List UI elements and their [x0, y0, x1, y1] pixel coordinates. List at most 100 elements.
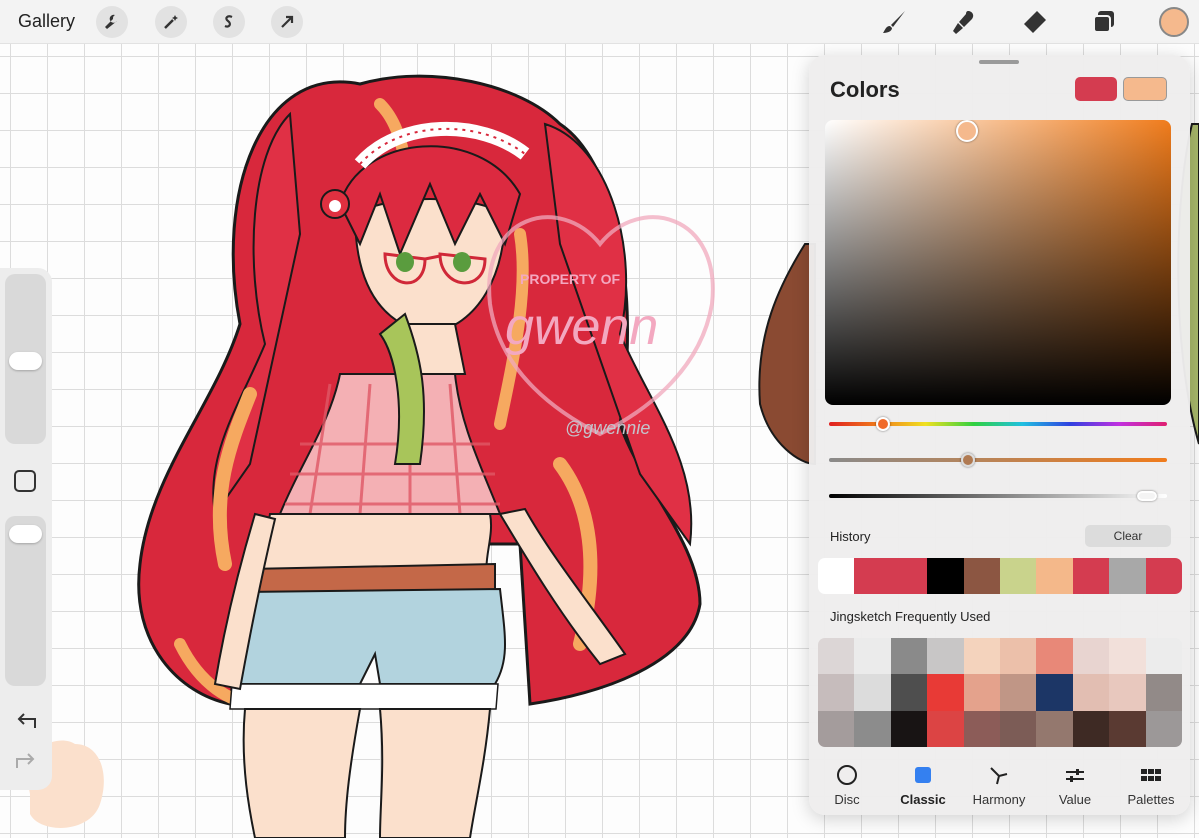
palette-swatch[interactable]	[1072, 638, 1110, 675]
palette-swatch[interactable]	[963, 638, 1000, 675]
palette-swatch[interactable]	[818, 710, 855, 747]
transform-arrow-icon	[281, 15, 294, 28]
watermark-line-1: PROPERTY OF	[520, 271, 621, 287]
gallery-button[interactable]: Gallery	[18, 11, 75, 32]
classic-square-icon	[915, 767, 931, 783]
saturation-slider[interactable]	[829, 453, 1167, 467]
palette-label: Jingsketch Frequently Used	[830, 609, 991, 624]
palette-swatch[interactable]	[963, 674, 1000, 711]
palette-swatches	[818, 638, 1182, 747]
current-color-button[interactable]	[1159, 7, 1189, 37]
opacity-knob[interactable]	[9, 525, 42, 544]
palette-swatch[interactable]	[1036, 710, 1073, 747]
brightness-slider[interactable]	[829, 491, 1167, 501]
left-sidebar	[0, 268, 52, 790]
disc-icon	[837, 765, 857, 785]
actions-button[interactable]	[96, 6, 128, 38]
palette-swatch[interactable]	[1072, 674, 1110, 711]
tab-palettes[interactable]: Palettes	[1113, 758, 1189, 810]
selection-button[interactable]	[213, 6, 245, 38]
history-swatch[interactable]	[818, 558, 855, 594]
hue-knob[interactable]	[876, 417, 891, 431]
brush-button[interactable]	[879, 7, 909, 37]
brush-icon	[883, 11, 905, 33]
palette-swatch[interactable]	[927, 710, 964, 747]
palette-swatch[interactable]	[1109, 638, 1146, 675]
history-swatch[interactable]	[890, 558, 928, 594]
modifier-square-icon[interactable]	[14, 470, 36, 492]
clear-history-button[interactable]: Clear	[1085, 525, 1171, 547]
history-swatches	[818, 558, 1182, 594]
tab-harmony[interactable]: Harmony	[961, 758, 1037, 810]
smudge-button[interactable]	[949, 7, 979, 37]
redo-button[interactable]	[12, 748, 40, 774]
palette-swatch[interactable]	[1145, 638, 1182, 675]
harmony-icon	[990, 767, 1008, 785]
brightness-knob[interactable]	[1136, 491, 1157, 501]
tab-classic[interactable]: Classic	[885, 758, 961, 810]
eraser-icon	[1024, 11, 1046, 33]
palette-swatch[interactable]	[927, 638, 964, 675]
tab-disc[interactable]: Disc	[809, 758, 885, 810]
palette-swatch[interactable]	[927, 674, 964, 711]
watermark-line-2: gwenn	[505, 298, 658, 356]
history-swatch[interactable]	[1072, 558, 1110, 594]
history-swatch[interactable]	[1109, 558, 1146, 594]
palette-swatch[interactable]	[1109, 674, 1146, 711]
adjustments-button[interactable]	[155, 6, 187, 38]
history-swatch[interactable]	[1000, 558, 1037, 594]
palette-swatch[interactable]	[818, 638, 855, 675]
history-swatch[interactable]	[1036, 558, 1073, 594]
palette-swatch[interactable]	[890, 674, 928, 711]
opacity-slider[interactable]	[5, 516, 46, 686]
palette-swatch[interactable]	[890, 638, 928, 675]
palette-swatch[interactable]	[963, 710, 1000, 747]
palette-swatch[interactable]	[1109, 710, 1146, 747]
primary-color-swatch[interactable]	[1075, 77, 1117, 101]
color-mode-tabs: Disc Classic Harmony Value Palettes	[809, 758, 1190, 810]
palette-swatch[interactable]	[1036, 674, 1073, 711]
palette-swatch[interactable]	[890, 710, 928, 747]
picker-cursor[interactable]	[955, 120, 978, 143]
selection-icon	[224, 15, 233, 28]
palette-swatch[interactable]	[854, 638, 891, 675]
palette-swatch[interactable]	[1000, 674, 1037, 711]
palette-swatch[interactable]	[854, 674, 891, 711]
saturation-brightness-picker[interactable]	[825, 120, 1171, 405]
palette-swatch[interactable]	[854, 710, 891, 747]
palette-swatch[interactable]	[1145, 710, 1182, 747]
layers-icon	[1093, 11, 1114, 33]
panel-title: Colors	[830, 77, 900, 102]
secondary-color-swatch[interactable]	[1123, 77, 1167, 101]
hue-slider[interactable]	[829, 417, 1167, 431]
saturation-knob[interactable]	[960, 453, 975, 467]
top-toolbar: Gallery	[0, 0, 1199, 44]
brush-size-slider[interactable]	[5, 274, 46, 444]
palette-swatch[interactable]	[1036, 638, 1073, 675]
palette-swatch[interactable]	[1000, 638, 1037, 675]
colors-panel: Colors History Clear Jingsketch Frequent…	[809, 55, 1190, 815]
transform-button[interactable]	[271, 6, 303, 38]
eraser-button[interactable]	[1019, 7, 1049, 37]
watermark-line-3: @gwennie	[565, 418, 650, 438]
palette-swatch[interactable]	[818, 674, 855, 711]
panel-grabber[interactable]	[979, 60, 1019, 64]
palette-swatch[interactable]	[1072, 710, 1110, 747]
undo-button[interactable]	[12, 708, 40, 734]
smudge-icon	[953, 11, 974, 34]
wrench-icon	[105, 14, 117, 29]
palette-swatch[interactable]	[1145, 674, 1182, 711]
history-swatch[interactable]	[963, 558, 1001, 594]
layers-button[interactable]	[1089, 7, 1119, 37]
value-sliders-icon	[1066, 769, 1084, 782]
palettes-grid-icon	[1141, 769, 1161, 781]
magic-wand-icon	[164, 15, 178, 29]
tab-value[interactable]: Value	[1037, 758, 1113, 810]
history-label: History	[830, 529, 871, 544]
palette-swatch[interactable]	[1000, 710, 1037, 747]
history-swatch[interactable]	[927, 558, 964, 594]
history-swatch[interactable]	[854, 558, 891, 594]
undo-icon	[17, 713, 36, 728]
brush-size-knob[interactable]	[9, 352, 42, 371]
history-swatch[interactable]	[1145, 558, 1182, 594]
